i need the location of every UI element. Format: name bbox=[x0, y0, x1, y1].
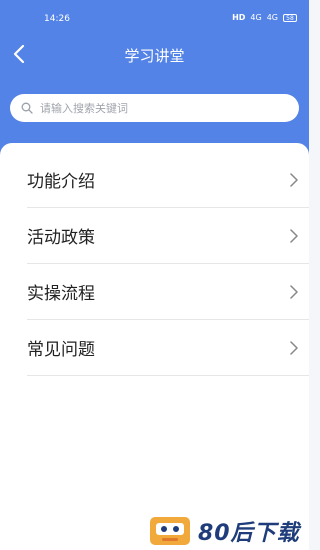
battery-icon: 58 bbox=[283, 13, 297, 22]
signal-icon: 4G bbox=[250, 13, 262, 22]
signal-icon-2: 4G bbox=[266, 13, 278, 22]
menu-item-features[interactable]: 功能介绍 bbox=[27, 152, 309, 208]
menu-item-label: 实操流程 bbox=[27, 284, 95, 304]
search-bar[interactable] bbox=[10, 94, 299, 122]
chevron-right-icon bbox=[279, 172, 309, 187]
search-icon bbox=[21, 102, 33, 114]
search-input[interactable] bbox=[38, 100, 292, 116]
header: 14:26 HD 4G 4G 58 学习讲堂 bbox=[0, 0, 309, 160]
chevron-right-icon bbox=[279, 284, 309, 299]
status-icons: HD 4G 4G 58 bbox=[232, 13, 297, 22]
status-time: 14:26 bbox=[44, 14, 70, 24]
watermark: 80后下载 bbox=[150, 515, 300, 547]
chevron-right-icon bbox=[279, 340, 309, 355]
menu-card: 功能介绍 活动政策 实操流程 常见问题 bbox=[0, 143, 309, 550]
hd-badge: HD bbox=[232, 13, 246, 22]
watermark-text: 80后下载 bbox=[198, 521, 300, 546]
menu-item-label: 功能介绍 bbox=[27, 172, 95, 192]
nav-bar: 学习讲堂 bbox=[0, 36, 309, 72]
menu-item-process[interactable]: 实操流程 bbox=[27, 264, 309, 320]
menu-item-label: 活动政策 bbox=[27, 228, 95, 248]
status-bar: 14:26 HD 4G 4G 58 bbox=[0, 0, 309, 34]
chevron-right-icon bbox=[279, 228, 309, 243]
watermark-logo-icon bbox=[150, 517, 190, 545]
menu-item-label: 常见问题 bbox=[27, 340, 95, 360]
menu-item-policy[interactable]: 活动政策 bbox=[27, 208, 309, 264]
menu-item-faq[interactable]: 常见问题 bbox=[27, 320, 309, 376]
menu-list: 功能介绍 活动政策 实操流程 常见问题 bbox=[27, 152, 309, 376]
page-title: 学习讲堂 bbox=[124, 47, 185, 65]
